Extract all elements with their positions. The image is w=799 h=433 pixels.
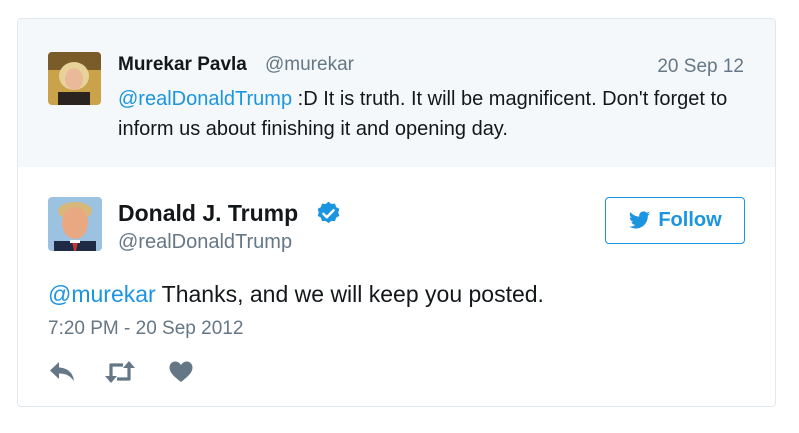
retweet-icon[interactable] bbox=[104, 359, 136, 385]
tweet-text: @murekar Thanks, and we will keep you po… bbox=[48, 281, 544, 308]
tweet-body: Thanks, and we will keep you posted. bbox=[155, 281, 544, 307]
parent-tweet-text: @realDonaldTrump :D It is truth. It will… bbox=[118, 84, 748, 144]
verified-badge-icon bbox=[315, 200, 342, 227]
follow-label: Follow bbox=[658, 209, 722, 231]
reply-icon[interactable] bbox=[48, 359, 78, 385]
parent-tweet: Murekar Pavla @murekar 20 Sep 12 @realDo… bbox=[18, 19, 775, 167]
murekar-avatar[interactable] bbox=[48, 52, 101, 105]
author-handle[interactable]: @realDonaldTrump bbox=[118, 231, 292, 254]
tweet-timestamp[interactable]: 7:20 PM - 20 Sep 2012 bbox=[48, 318, 243, 340]
trump-avatar[interactable] bbox=[48, 197, 102, 251]
parent-author-name[interactable]: Murekar Pavla bbox=[118, 54, 247, 76]
tweet-embed-card: Murekar Pavla @murekar 20 Sep 12 @realDo… bbox=[17, 18, 776, 407]
parent-author-handle[interactable]: @murekar bbox=[265, 54, 354, 76]
parent-date[interactable]: 20 Sep 12 bbox=[657, 56, 744, 78]
like-icon[interactable] bbox=[168, 359, 194, 385]
bird-icon bbox=[629, 211, 651, 229]
mention-link[interactable]: @murekar bbox=[48, 281, 156, 307]
parent-mention-link[interactable]: @realDonaldTrump bbox=[118, 88, 292, 110]
author-name[interactable]: Donald J. Trump bbox=[118, 200, 298, 227]
follow-button[interactable]: Follow bbox=[605, 197, 745, 244]
